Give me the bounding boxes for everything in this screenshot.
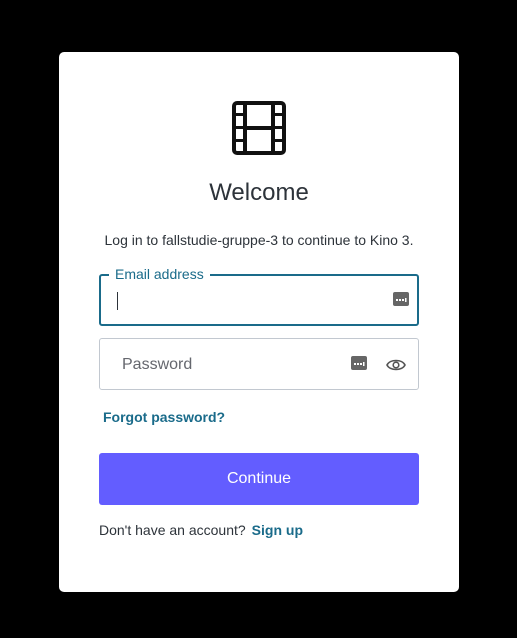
login-card: Welcome Log in to fallstudie-gruppe-3 to… xyxy=(59,52,459,592)
password-field[interactable]: Password xyxy=(99,338,419,390)
film-icon xyxy=(232,101,286,155)
page-title: Welcome xyxy=(209,179,309,206)
eye-icon[interactable] xyxy=(386,356,406,374)
password-placeholder: Password xyxy=(122,356,193,373)
keyboard-icon[interactable] xyxy=(393,292,409,306)
signup-prompt: Don't have an account? xyxy=(99,522,246,538)
text-caret xyxy=(117,292,118,310)
continue-button[interactable]: Continue xyxy=(99,453,419,505)
signup-link[interactable]: Sign up xyxy=(252,522,303,538)
signup-row: Don't have an account? Sign up xyxy=(99,522,303,538)
forgot-password-link[interactable]: Forgot password? xyxy=(103,409,225,425)
email-label: Email address xyxy=(109,265,210,283)
email-field[interactable]: Email address xyxy=(99,265,419,326)
login-subtitle: Log in to fallstudie-gruppe-3 to continu… xyxy=(104,232,414,248)
keyboard-icon[interactable] xyxy=(351,356,367,370)
